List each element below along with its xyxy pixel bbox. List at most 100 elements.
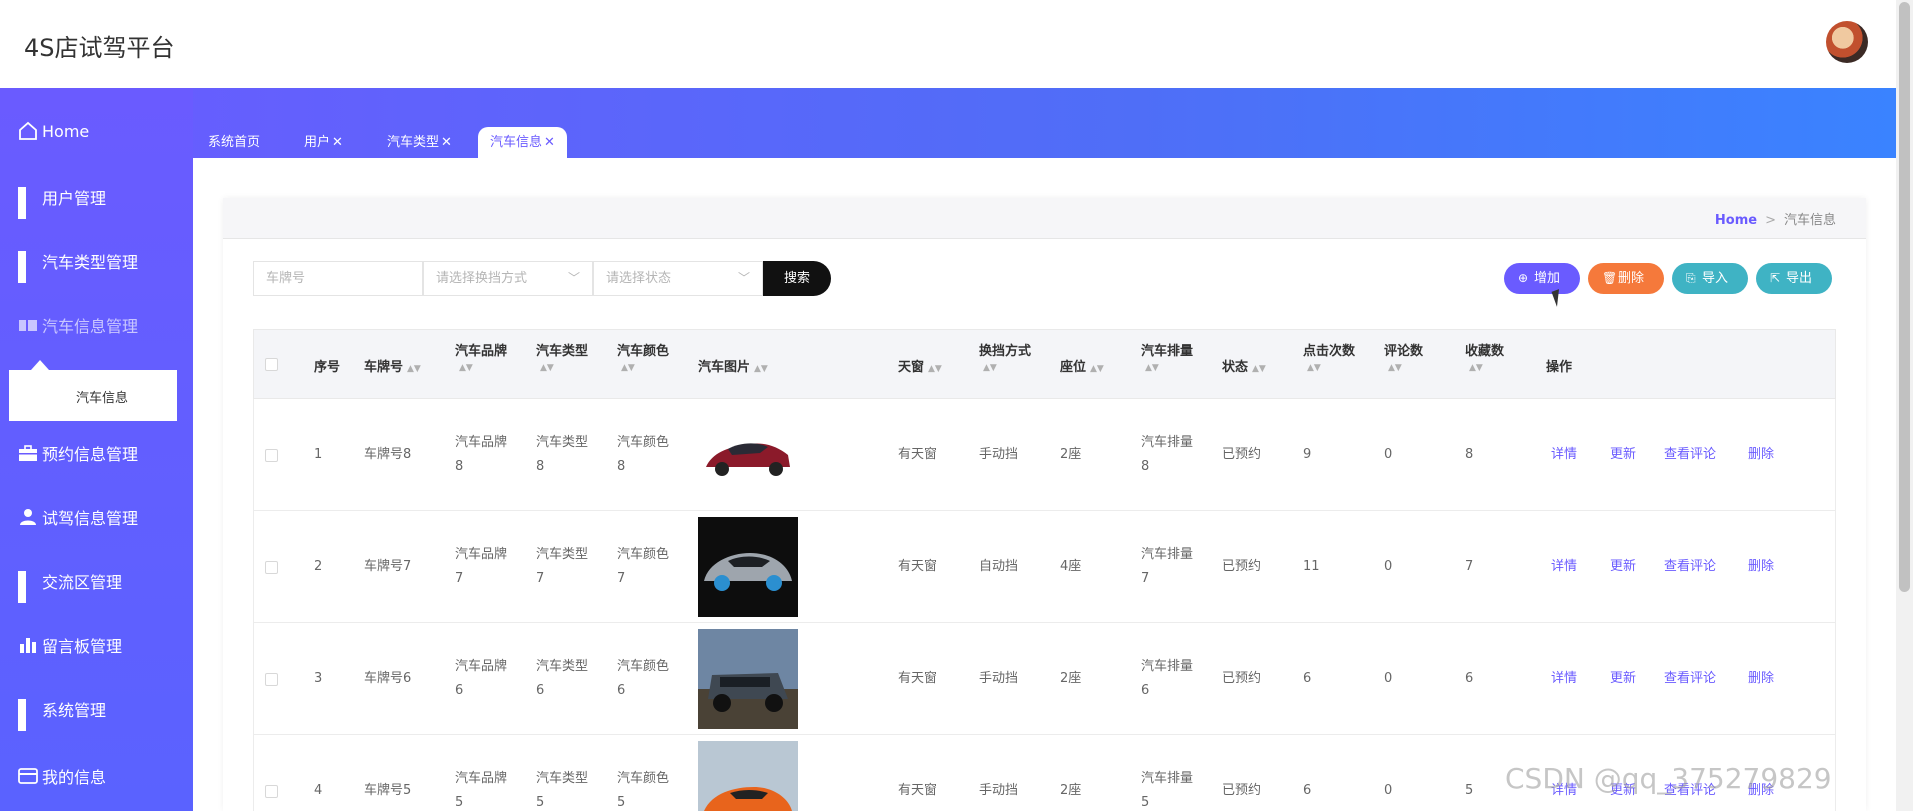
cell-color: 汽车颜色 8 [617, 435, 670, 474]
tab-label: 系统首页 [208, 135, 261, 150]
tab-car-info[interactable]: 汽车信息 ✕ [478, 127, 567, 158]
sidebar-item-user-management[interactable]: 用户管理 [0, 174, 193, 220]
column-header: 序号 [314, 360, 341, 375]
row-checkbox[interactable] [265, 673, 278, 686]
select-all-checkbox[interactable] [265, 358, 278, 371]
sidebar-item-messageboard-management[interactable]: 留言板管理 [0, 622, 193, 668]
sort-icon: ▲▼ [407, 364, 421, 374]
import-button[interactable]: ⎘ 导入 [1672, 263, 1748, 294]
sidebar-item-car-type-management[interactable]: 汽车类型管理 [0, 238, 193, 284]
add-button[interactable]: ⊕ 增加 [1504, 263, 1580, 294]
row-checkbox[interactable] [265, 449, 278, 462]
delete-link[interactable]: 删除 [1748, 667, 1774, 686]
column-header[interactable]: 车牌号 ▲▼ [364, 356, 421, 375]
row-checkbox[interactable] [265, 561, 278, 574]
column-header[interactable]: 汽车图片 ▲▼ [698, 356, 768, 375]
column-header[interactable]: 座位 ▲▼ [1060, 356, 1104, 375]
tab-car-type[interactable]: 汽车类型 ✕ [375, 127, 464, 158]
sidebar-item-label: 预约信息管理 [42, 445, 139, 464]
cell-brand: 汽车品牌 5 [455, 771, 508, 810]
close-icon[interactable]: ✕ [332, 135, 343, 150]
card-icon [18, 766, 38, 786]
car-image[interactable] [698, 517, 798, 617]
cell-index: 2 [314, 559, 323, 574]
page-scrollbar-thumb[interactable] [1899, 2, 1910, 592]
close-icon[interactable]: ✕ [441, 135, 452, 150]
delete-button[interactable]: 🗑删除 [1588, 263, 1664, 294]
cell-type: 汽车类型 6 [536, 659, 589, 698]
close-icon[interactable]: ✕ [544, 135, 555, 150]
cell-sunroof: 有天窗 [898, 783, 938, 798]
detail-link[interactable]: 详情 [1551, 555, 1577, 574]
sidebar: Home 用户管理 汽车类型管理 汽车信息管理 预约信息管理 试驾信息管理 交流… [0, 88, 193, 811]
car-image[interactable] [698, 629, 798, 729]
cell-index: 4 [314, 783, 323, 798]
top-header: 4S店试驾平台 [0, 0, 1913, 88]
column-header[interactable]: 天窗 ▲▼ [898, 356, 942, 375]
sort-icon: ▲▼ [1307, 363, 1321, 373]
sidebar-item-car-info-management[interactable]: 汽车信息管理 [0, 302, 193, 348]
chevron-down-icon: ﹀ [567, 271, 580, 285]
view-comments-link[interactable]: 查看评论 [1664, 667, 1716, 686]
status-select[interactable]: 请选择状态 ﹀ [593, 261, 763, 296]
detail-link[interactable]: 详情 [1551, 443, 1577, 462]
sidebar-item-system-management[interactable]: 系统管理 [0, 686, 193, 732]
column-header[interactable]: 换挡方式 ▲▼ [979, 340, 1039, 374]
trash-icon: 🗑 [1602, 271, 1618, 285]
column-header[interactable]: 收藏数 ▲▼ [1465, 340, 1525, 374]
cell-gear: 手动挡 [979, 671, 1019, 686]
column-header[interactable]: 汽车排量 ▲▼ [1141, 340, 1201, 374]
button-label: 导入 [1702, 271, 1729, 286]
column-header[interactable]: 评论数 ▲▼ [1384, 340, 1444, 374]
cell-comments: 0 [1384, 783, 1393, 798]
cell-seats: 2座 [1060, 783, 1082, 798]
sort-icon: ▲▼ [621, 363, 635, 373]
car-image[interactable] [698, 741, 798, 811]
cell-status: 已预约 [1222, 671, 1262, 686]
export-button[interactable]: ⇱ 导出 [1756, 263, 1832, 294]
sidebar-item-reservation-management[interactable]: 预约信息管理 [0, 430, 193, 476]
update-link[interactable]: 更新 [1610, 443, 1636, 462]
grid-icon [18, 187, 38, 219]
sidebar-item-label: 用户管理 [42, 189, 107, 208]
car-image[interactable] [698, 405, 798, 505]
submenu-arrow [31, 360, 49, 370]
delete-link[interactable]: 删除 [1748, 555, 1774, 574]
breadcrumb-home[interactable]: Home [1715, 213, 1757, 228]
cell-favorites: 5 [1465, 783, 1474, 798]
delete-link[interactable]: 删除 [1748, 443, 1774, 462]
update-link[interactable]: 更新 [1610, 667, 1636, 686]
cell-displacement: 汽车排量 5 [1141, 771, 1194, 810]
sidebar-item-forum-management[interactable]: 交流区管理 [0, 558, 193, 604]
column-header[interactable]: 点击次数 ▲▼ [1303, 340, 1373, 374]
sidebar-item-my-info[interactable]: 我的信息 [0, 753, 193, 799]
cell-plate: 车牌号5 [364, 783, 412, 798]
update-link[interactable]: 更新 [1610, 555, 1636, 574]
table-row: 1 车牌号8 汽车品牌 8 汽车类型 8 汽车颜色 8 有天窗 手动挡 2座 汽车排量… [253, 399, 1836, 511]
column-header[interactable]: 汽车类型 ▲▼ [536, 340, 596, 374]
placeholder-text: 车牌号 [266, 271, 306, 286]
column-header[interactable]: 状态 ▲▼ [1222, 356, 1266, 375]
gear-select[interactable]: 请选择换挡方式 ﹀ [423, 261, 593, 296]
plate-search-input[interactable]: 车牌号 [253, 261, 423, 296]
sort-icon: ▲▼ [1090, 364, 1104, 374]
cell-brand: 汽车品牌 8 [455, 435, 508, 474]
sidebar-item-home[interactable]: Home [0, 108, 193, 154]
user-avatar[interactable] [1826, 21, 1868, 63]
sidebar-submenu-car-info[interactable]: 汽车信息 [9, 370, 177, 421]
view-comments-link[interactable]: 查看评论 [1664, 555, 1716, 574]
view-comments-link[interactable]: 查看评论 [1664, 443, 1716, 462]
column-header[interactable]: 汽车颜色 ▲▼ [617, 340, 677, 374]
detail-link[interactable]: 详情 [1551, 667, 1577, 686]
row-checkbox[interactable] [265, 785, 278, 798]
sidebar-item-label: 试驾信息管理 [42, 509, 139, 528]
button-label: 导出 [1786, 271, 1813, 286]
search-button[interactable]: 搜索 [763, 261, 831, 296]
cell-type: 汽车类型 7 [536, 547, 589, 586]
sort-icon: ▲▼ [1252, 364, 1266, 374]
sidebar-item-testdrive-management[interactable]: 试驾信息管理 [0, 494, 193, 540]
column-header[interactable]: 汽车品牌 ▲▼ [455, 340, 515, 374]
cell-comments: 0 [1384, 559, 1393, 574]
tab-user[interactable]: 用户 ✕ [292, 127, 355, 158]
tab-home[interactable]: 系统首页 [196, 127, 272, 158]
